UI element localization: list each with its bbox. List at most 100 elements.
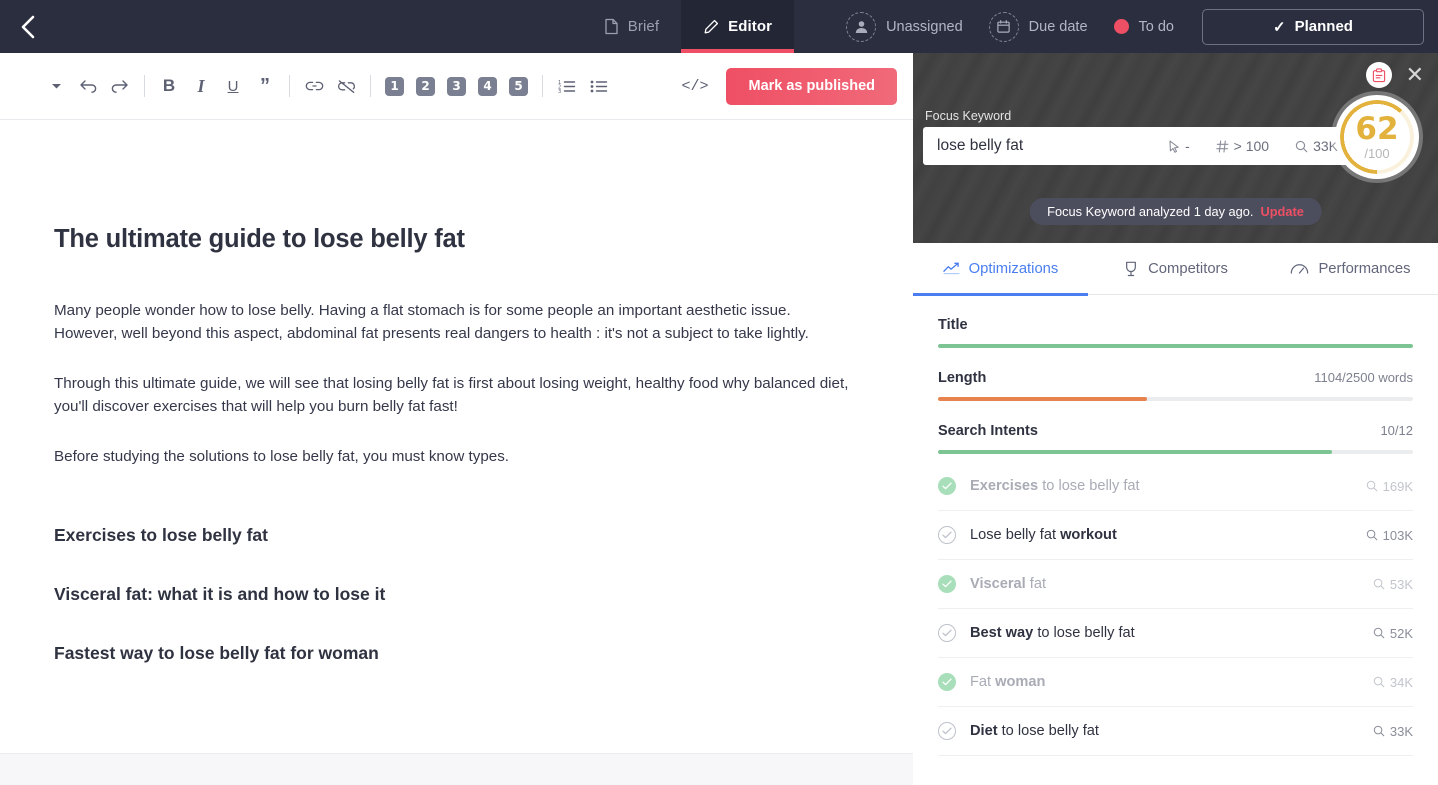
- focus-keyword-input[interactable]: lose belly fat - > 100 33K: [923, 127, 1352, 165]
- planned-button[interactable]: ✓ Planned: [1202, 8, 1424, 45]
- clipboard-button[interactable]: [1365, 62, 1392, 88]
- undo-icon: [80, 80, 97, 93]
- status-label: To do: [1138, 18, 1174, 35]
- document-title[interactable]: The ultimate guide to lose belly fat: [54, 225, 853, 254]
- calendar-icon: [988, 11, 1019, 42]
- toolbar-divider-3: [370, 75, 371, 97]
- check-outline-icon[interactable]: [938, 722, 956, 740]
- tab-performances-label: Performances: [1318, 260, 1411, 277]
- rank-metric-value: > 100: [1233, 138, 1270, 154]
- due-date-selector[interactable]: Due date: [988, 11, 1088, 42]
- check-outline-icon[interactable]: [938, 624, 956, 642]
- search-intent-row[interactable]: Lose belly fat workout 103K: [938, 511, 1413, 560]
- tab-brief-label: Brief: [627, 18, 660, 35]
- tab-competitors[interactable]: Competitors: [1088, 243, 1263, 295]
- document-paragraph[interactable]: Through this ultimate guide, we will see…: [54, 373, 853, 418]
- search-intent-label: Lose belly fat workout: [970, 527, 1117, 543]
- metric-header: Title: [938, 317, 1413, 333]
- metric-value: 10/12: [1380, 423, 1413, 438]
- focus-keyword-label: Focus Keyword: [925, 109, 1012, 123]
- source-code-button[interactable]: </>: [681, 78, 708, 95]
- chevron-left-icon: [21, 15, 35, 38]
- progress-fill: [938, 450, 1333, 454]
- search-intent-row[interactable]: Exercises to lose belly fat 169K: [938, 462, 1413, 511]
- heading-1-button[interactable]: 1: [385, 76, 404, 96]
- blockquote-button[interactable]: ”: [249, 70, 281, 102]
- heading-2-button[interactable]: 2: [416, 76, 435, 96]
- search-intent-volume: 33K: [1373, 724, 1413, 739]
- document-heading[interactable]: Visceral fat: what it is and how to lose…: [54, 584, 853, 605]
- block-type-dropdown[interactable]: [40, 70, 72, 102]
- search-intent-row[interactable]: Diet to lose belly fat 33K: [938, 707, 1413, 756]
- check-filled-icon[interactable]: [938, 575, 956, 593]
- heading-3-button[interactable]: 3: [447, 76, 466, 96]
- update-link[interactable]: Update: [1260, 204, 1303, 219]
- search-intent-volume: 52K: [1373, 626, 1413, 641]
- check-filled-icon[interactable]: [938, 673, 956, 691]
- unlink-button[interactable]: [330, 70, 362, 102]
- tab-performances[interactable]: Performances: [1263, 243, 1438, 295]
- metric-title: Title: [938, 295, 1413, 348]
- redo-icon: [111, 80, 128, 93]
- document-editor[interactable]: The ultimate guide to lose belly fat Man…: [0, 120, 913, 753]
- search-intent-label: Visceral fat: [970, 576, 1047, 592]
- toolbar-buttons: B I U ” 1 2 3 4 5 1 2 3: [0, 70, 615, 102]
- document-icon: [604, 18, 619, 35]
- undo-button[interactable]: [72, 70, 104, 102]
- document-heading[interactable]: Fastest way to lose belly fat for woman: [54, 643, 853, 664]
- check-filled-icon[interactable]: [938, 477, 956, 495]
- search-intent-row[interactable]: Best way to lose belly fat 52K: [938, 609, 1413, 658]
- heading-5-button[interactable]: 5: [509, 76, 528, 96]
- rank-metric: > 100: [1215, 138, 1270, 154]
- metric-label: Search Intents: [938, 423, 1038, 439]
- search-intent-volume: 34K: [1373, 675, 1413, 690]
- document-heading[interactable]: Exercises to lose belly fat: [54, 525, 853, 546]
- top-bar: Brief Editor Unassigned Due date To do ✓…: [0, 0, 1438, 53]
- metric-header: Search Intents 10/12: [938, 423, 1413, 439]
- tab-optimizations-label: Optimizations: [968, 260, 1059, 277]
- editor-toolbar: B I U ” 1 2 3 4 5 1 2 3 </> Mark as publ…: [0, 53, 913, 120]
- bullet-list-button[interactable]: [583, 70, 615, 102]
- caret-down-icon: [51, 84, 61, 89]
- italic-button[interactable]: I: [185, 70, 217, 102]
- document-paragraph[interactable]: Before studying the solutions to lose be…: [54, 446, 853, 469]
- document-content: The ultimate guide to lose belly fat Man…: [0, 120, 913, 664]
- status-selector[interactable]: To do: [1113, 18, 1174, 35]
- search-intent-label: Exercises to lose belly fat: [970, 478, 1140, 494]
- volume-metric: 33K: [1295, 138, 1338, 154]
- ordered-list-icon: 1 2 3: [558, 80, 576, 94]
- search-intent-row[interactable]: Visceral fat 53K: [938, 560, 1413, 609]
- search-icon: [1366, 480, 1377, 492]
- hash-icon: [1215, 140, 1229, 152]
- close-button[interactable]: ✕: [1406, 64, 1424, 86]
- link-button[interactable]: [298, 70, 330, 102]
- tab-optimizations[interactable]: Optimizations: [913, 243, 1088, 296]
- panel-body: Title Length 1104/2500 words Search Inte…: [913, 295, 1438, 756]
- tab-editor[interactable]: Editor: [681, 0, 795, 53]
- underline-button[interactable]: U: [217, 70, 249, 102]
- document-paragraph[interactable]: Many people wonder how to lose belly. Ha…: [54, 300, 853, 345]
- tab-brief[interactable]: Brief: [582, 0, 681, 53]
- search-intent-row[interactable]: Fat woman 34K: [938, 658, 1413, 707]
- assignee-selector[interactable]: Unassigned: [846, 11, 963, 42]
- trend-line-icon: [942, 262, 960, 275]
- back-button[interactable]: [0, 0, 56, 53]
- seo-panel: ✕ Focus Keyword lose belly fat - > 100 3…: [913, 53, 1438, 785]
- mark-as-published-button[interactable]: Mark as published: [726, 67, 897, 105]
- check-outline-icon[interactable]: [938, 526, 956, 544]
- search-icon: [1366, 529, 1377, 541]
- analyzed-text: Focus Keyword analyzed 1 day ago.: [1047, 204, 1254, 219]
- metric-search-intents: Search Intents 10/12: [938, 401, 1413, 454]
- trophy-icon: [1126, 261, 1137, 276]
- heading-4-button[interactable]: 4: [478, 76, 497, 96]
- pencil-icon: [703, 19, 719, 35]
- metric-length: Length 1104/2500 words: [938, 348, 1413, 401]
- bold-button[interactable]: B: [153, 70, 185, 102]
- tab-editor-label: Editor: [728, 18, 773, 35]
- check-icon: ✓: [1273, 18, 1286, 36]
- clipboard-icon: [1372, 67, 1385, 82]
- ordered-list-button[interactable]: 1 2 3: [551, 70, 583, 102]
- search-icon: [1295, 140, 1308, 152]
- redo-button[interactable]: [104, 70, 136, 102]
- app-root: Brief Editor Unassigned Due date To do ✓…: [0, 0, 1438, 785]
